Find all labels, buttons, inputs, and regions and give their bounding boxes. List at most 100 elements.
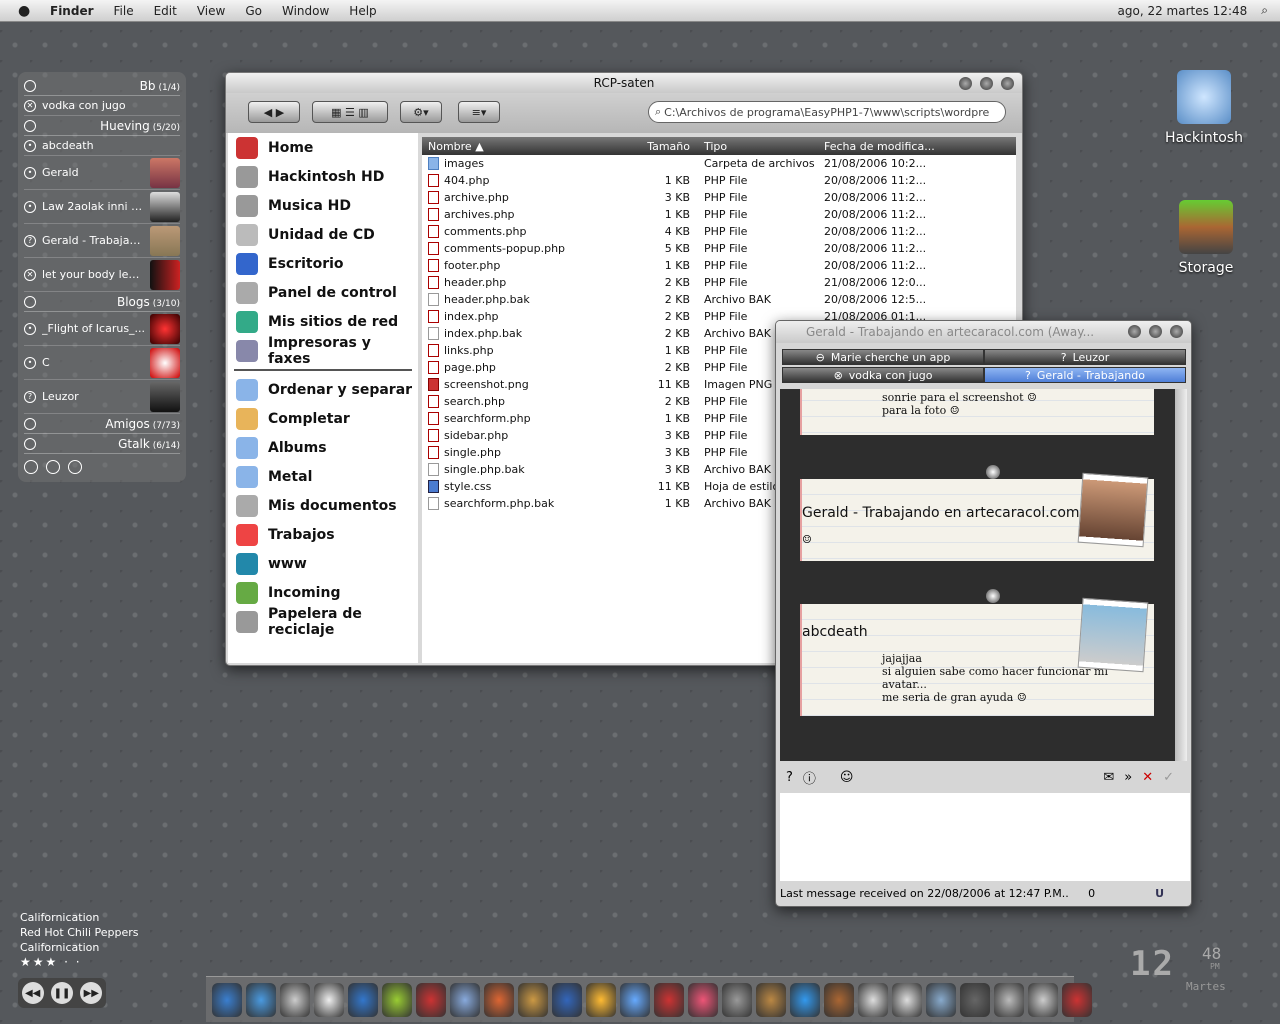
menu-go[interactable]: Go xyxy=(245,4,262,18)
tab-vodka[interactable]: ⊗ vodka con jugo xyxy=(782,367,984,383)
buddy-item[interactable]: • Gerald xyxy=(24,156,180,190)
dock-item-icon[interactable] xyxy=(722,982,752,1017)
desktop-icon-hackintosh[interactable]: Hackintosh xyxy=(1154,70,1254,146)
group-header[interactable]: Amigos (7/73) xyxy=(24,414,180,434)
group-header[interactable]: Bb (1/4) xyxy=(24,76,180,96)
zoom-button[interactable] xyxy=(1149,325,1162,338)
dock-item-icon[interactable] xyxy=(518,982,548,1017)
file-row[interactable]: footer.php 1 KB PHP File 20/08/2006 11:2... xyxy=(422,257,1016,274)
collapse-icon[interactable] xyxy=(24,79,36,92)
menu-finder[interactable]: Finder xyxy=(50,4,94,18)
dock-item-icon[interactable] xyxy=(824,982,854,1017)
file-row[interactable]: images Carpeta de archivos 21/08/2006 10:2… xyxy=(422,155,1016,172)
sidebar-item[interactable]: Trabajos xyxy=(228,520,418,549)
file-row[interactable]: header.php.bak 2 KB Archivo BAK 20/08/2006 … xyxy=(422,291,1016,308)
arrange-button[interactable]: ≡▾ xyxy=(458,101,500,123)
sidebar-item[interactable]: Albums xyxy=(228,433,418,462)
apple-menu-icon[interactable]: ● xyxy=(18,3,40,19)
dock-item-icon[interactable] xyxy=(756,982,786,1017)
collapse-icon[interactable] xyxy=(24,417,36,430)
dock-item-icon[interactable] xyxy=(382,982,412,1017)
dock-item-icon[interactable] xyxy=(450,982,480,1017)
desktop-icon-storage[interactable]: Storage xyxy=(1156,200,1256,276)
buddy-item[interactable]: • Law 2aolak inni bah xyxy=(24,190,180,224)
menu-help[interactable]: Help xyxy=(349,4,376,18)
dock-item-icon[interactable] xyxy=(348,982,378,1017)
collapse-icon[interactable] xyxy=(24,295,36,308)
close-button[interactable] xyxy=(1001,77,1014,90)
file-row[interactable]: comments.php 4 KB PHP File 20/08/2006 11:2.… xyxy=(422,223,1016,240)
send-icon[interactable]: ✓ xyxy=(1163,770,1174,785)
menu-edit[interactable]: Edit xyxy=(154,4,177,18)
sidebar-item[interactable]: Metal xyxy=(228,462,418,491)
info-icon[interactable]: ⓘ xyxy=(803,768,816,787)
message-input[interactable] xyxy=(780,793,1190,881)
column-name[interactable]: Nombre ▲ xyxy=(422,140,602,153)
collapse-icon[interactable] xyxy=(24,437,36,450)
dock-item-icon[interactable] xyxy=(960,982,990,1017)
group-header[interactable]: Blogs (3/10) xyxy=(24,292,180,312)
sidebar-item[interactable]: www xyxy=(228,549,418,578)
spotlight-icon[interactable]: ⌕ xyxy=(1261,3,1268,18)
sidebar-item[interactable]: Impresoras y faxes xyxy=(228,335,418,367)
dock-item-icon[interactable] xyxy=(790,982,820,1017)
next-icon[interactable]: ▶▶ xyxy=(80,982,103,1004)
dock-item-icon[interactable] xyxy=(1062,982,1092,1017)
column-type[interactable]: Tipo xyxy=(698,140,818,153)
help-icon[interactable]: ? xyxy=(786,770,793,785)
sidebar-item[interactable]: Hackintosh HD xyxy=(228,162,418,191)
unicode-icon[interactable]: U xyxy=(1155,887,1164,900)
tab-marie[interactable]: ⊖ Marie cherche un app xyxy=(782,349,984,365)
buddy-item[interactable]: • _Flight of Icarus_... xyxy=(24,312,180,346)
sidebar-item[interactable]: Ordenar y separar xyxy=(228,375,418,404)
file-row[interactable]: archive.php 3 KB PHP File 20/08/2006 11:2..… xyxy=(422,189,1016,206)
rating-stars[interactable]: ★★★ · · xyxy=(20,955,139,970)
dock-item-icon[interactable] xyxy=(314,982,344,1017)
dock-item-icon[interactable] xyxy=(858,982,888,1017)
scrollbar[interactable] xyxy=(1175,389,1187,761)
status-button[interactable] xyxy=(24,460,38,474)
sidebar-item[interactable]: Panel de control xyxy=(228,278,418,307)
file-row[interactable]: 404.php 1 KB PHP File 20/08/2006 11:2... xyxy=(422,172,1016,189)
dock-item-icon[interactable] xyxy=(552,982,582,1017)
group-header[interactable]: Hueving (5/20) xyxy=(24,116,180,136)
buddy-item[interactable]: • abcdeath xyxy=(24,136,180,156)
sidebar-item[interactable]: Papelera de reciclaje xyxy=(228,606,418,638)
file-row[interactable]: archives.php 1 KB PHP File 20/08/2006 11:2.… xyxy=(422,206,1016,223)
buddy-item[interactable]: • C xyxy=(24,346,180,380)
menubar-clock[interactable]: ago, 22 martes 12:48 xyxy=(1118,4,1248,18)
sidebar-item[interactable]: Musica HD xyxy=(228,191,418,220)
dock-item-icon[interactable] xyxy=(280,982,310,1017)
more-icon[interactable]: » xyxy=(1124,770,1132,785)
dock-item-icon[interactable] xyxy=(1028,982,1058,1017)
collapse-icon[interactable] xyxy=(24,119,36,132)
dock-item-icon[interactable] xyxy=(926,982,956,1017)
buddy-item[interactable]: ? Gerald - Trabajando xyxy=(24,224,180,258)
sidebar-item[interactable]: Unidad de CD xyxy=(228,220,418,249)
path-field[interactable]: ⌕ C:\Archivos de programa\EasyPHP1-7\www\… xyxy=(648,101,1006,123)
pause-icon[interactable]: ❚❚ xyxy=(50,982,73,1004)
minimize-button[interactable] xyxy=(1128,325,1141,338)
dock-item-icon[interactable] xyxy=(688,982,718,1017)
dock-item-icon[interactable] xyxy=(484,982,514,1017)
buddy-item[interactable]: ✕ vodka con jugo xyxy=(24,96,180,116)
column-date[interactable]: Fecha de modifica... xyxy=(818,140,938,153)
sidebar-item[interactable]: Mis documentos xyxy=(228,491,418,520)
sidebar-item[interactable]: Mis sitios de red xyxy=(228,307,418,336)
tab-leuzor[interactable]: ? Leuzor xyxy=(984,349,1186,365)
add-buddy-button[interactable] xyxy=(46,460,60,474)
close-button[interactable] xyxy=(1170,325,1183,338)
dock-item-icon[interactable] xyxy=(994,982,1024,1017)
buddy-item[interactable]: ✕ let your body learn.. xyxy=(24,258,180,292)
view-mode-buttons[interactable]: ▦ ☰ ▥ xyxy=(312,101,388,123)
tab-gerald[interactable]: ? Gerald - Trabajando xyxy=(984,367,1186,383)
dock-item-icon[interactable] xyxy=(586,982,616,1017)
dock-item-icon[interactable] xyxy=(416,982,446,1017)
dock-item-icon[interactable] xyxy=(654,982,684,1017)
smiley-picker-icon[interactable]: ☺ xyxy=(840,770,854,785)
dock-item-icon[interactable] xyxy=(620,982,650,1017)
minimize-button[interactable] xyxy=(959,77,972,90)
close-chat-icon[interactable]: ✕ xyxy=(1142,770,1153,785)
menu-window[interactable]: Window xyxy=(282,4,329,18)
sidebar-item[interactable]: Escritorio xyxy=(228,249,418,278)
